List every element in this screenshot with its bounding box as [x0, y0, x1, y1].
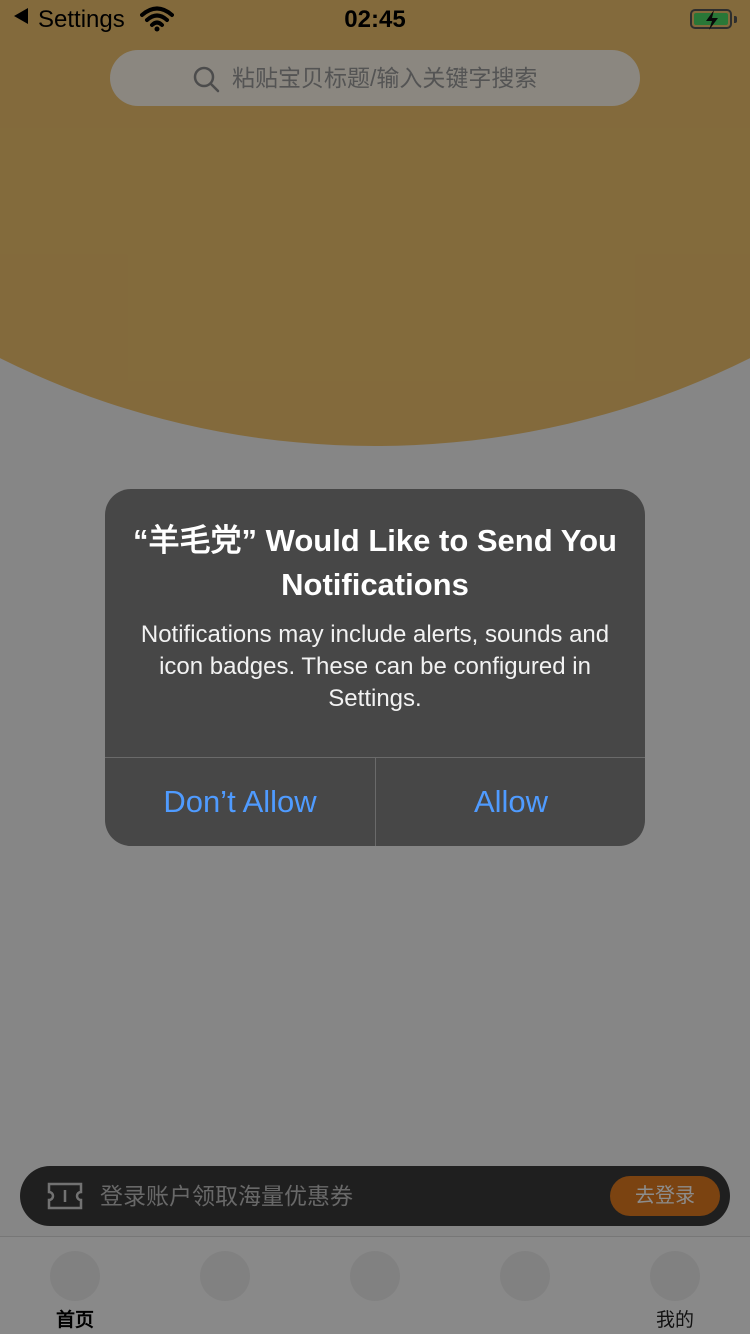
allow-button[interactable]: Allow — [376, 758, 645, 846]
app-screen: Settings 02:45 粘贴宝贝标题/输入关键字搜索 登录账户领取海量优惠… — [0, 0, 750, 1334]
alert-message: Notifications may include alerts, sounds… — [140, 621, 610, 712]
dont-allow-button[interactable]: Don’t Allow — [105, 758, 375, 846]
notification-permission-alert: “羊毛党” Would Like to Send You Notificatio… — [105, 489, 645, 846]
alert-title: “羊毛党” Would Like to Send You Notificatio… — [133, 523, 617, 602]
